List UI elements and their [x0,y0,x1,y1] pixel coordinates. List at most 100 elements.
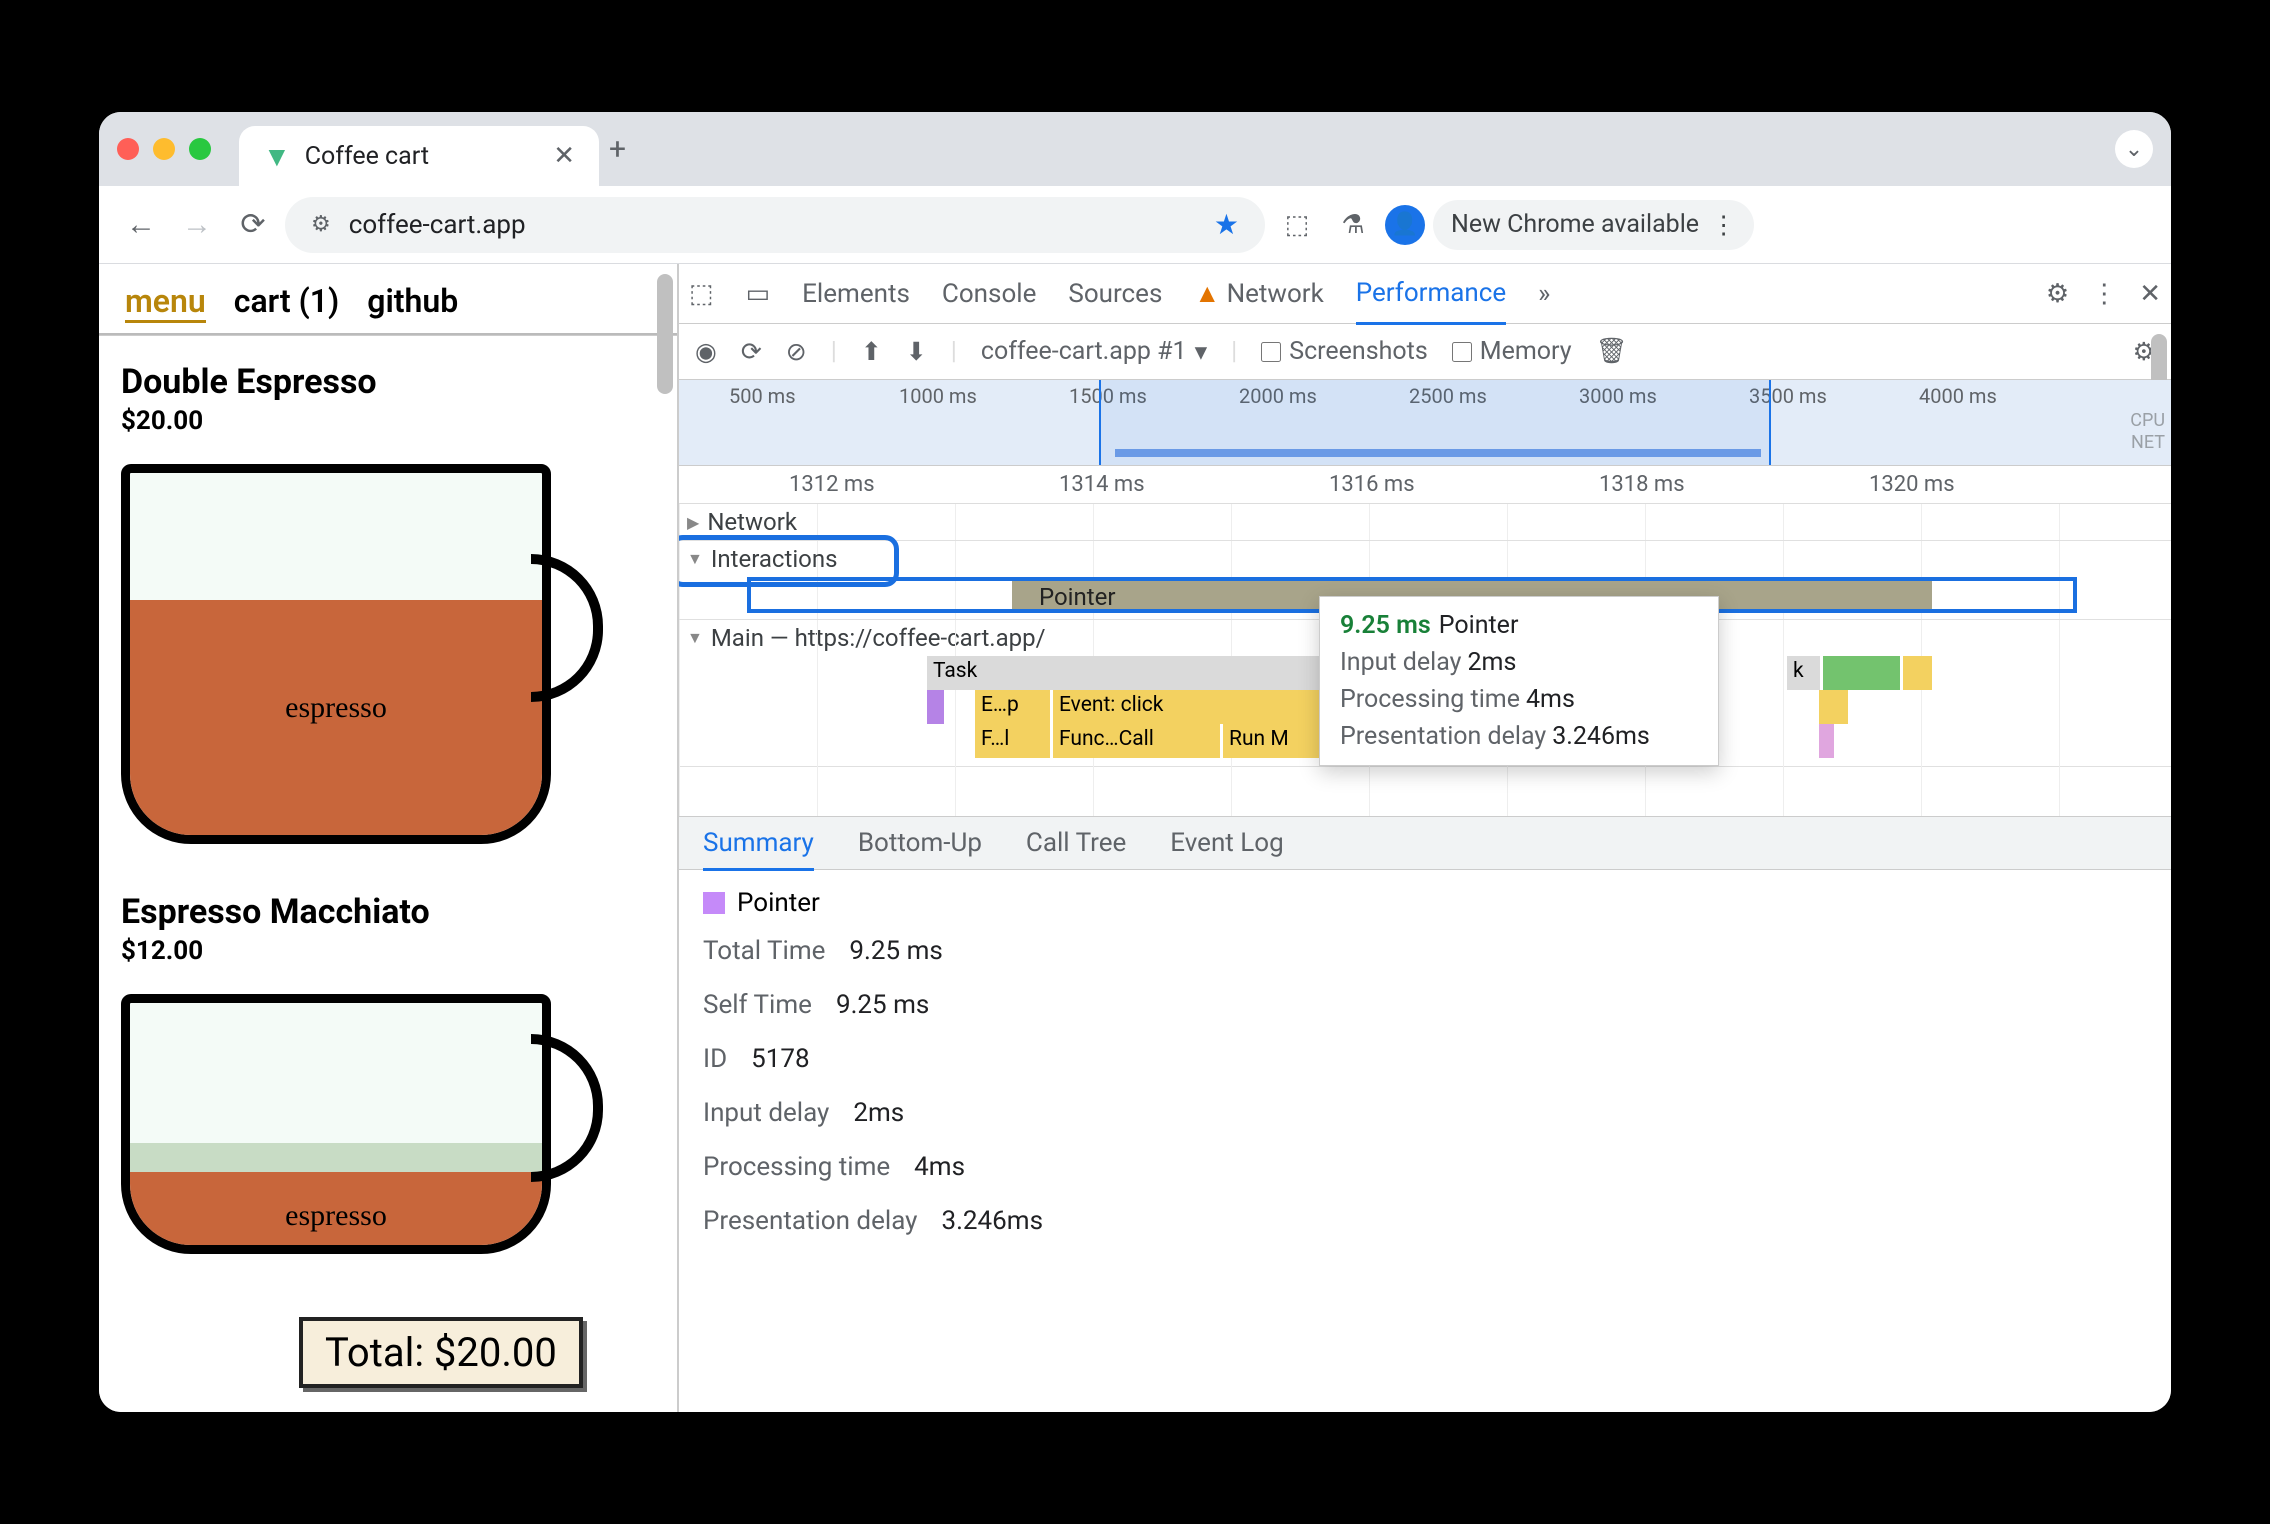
nav-cart[interactable]: cart (1) [234,282,340,323]
chevron-down-icon: ▾ [1195,337,1208,367]
product-price: $20.00 [121,406,655,436]
tab-calltree[interactable]: Call Tree [1026,828,1126,858]
overview-tick: 4000 ms [1919,384,1997,408]
omnibox[interactable]: ⚙ coffee-cart.app ★ [285,197,1265,253]
upload-icon[interactable]: ⬆ [861,337,882,367]
flame-event-click[interactable]: Event: click [1053,690,1343,724]
color-swatch [703,892,725,914]
record-icon[interactable]: ◉ [695,337,717,367]
flame-task[interactable]: Task [927,656,1347,690]
cart-total-badge[interactable]: Total: $20.00 [299,1317,583,1388]
gc-icon[interactable]: 🗑 [1596,337,1628,366]
vue-icon: ▼ [263,140,291,173]
devtools-pane: ⬚ ▭ Elements Console Sources ▲ Network P… [679,264,2171,1412]
flame-tick: 1318 ms [1599,472,1685,497]
reload-button[interactable]: ⟳ [229,201,277,249]
settings-icon[interactable]: ⚙ [2046,279,2069,309]
cup-label: espresso [130,691,542,725]
labs-icon[interactable]: ⚗ [1329,201,1377,249]
tab-sources[interactable]: Sources [1068,279,1162,309]
nav-github[interactable]: github [367,282,458,323]
site-settings-icon[interactable]: ⚙ [311,212,331,237]
memory-checkbox[interactable]: Memory [1452,337,1572,366]
clear-icon[interactable]: ⊘ [786,337,807,367]
flame-fn[interactable]: F…l [975,724,1053,758]
tab-console[interactable]: Console [942,279,1036,309]
overview-tick: 1000 ms [899,384,977,408]
flame-tick: 1312 ms [789,472,875,497]
device-toolbar-icon[interactable]: ▭ [746,279,771,309]
tab-network[interactable]: ▲ Network [1194,278,1323,309]
screenshots-checkbox[interactable]: Screenshots [1261,337,1428,366]
product-name: Espresso Macchiato [121,892,655,932]
browser-tab[interactable]: ▼ Coffee cart ✕ [239,126,599,186]
tab-performance[interactable]: Performance [1356,278,1506,325]
profile-avatar[interactable]: 👤 [1385,205,1425,245]
minimize-icon[interactable] [153,138,175,160]
cup-graphic[interactable]: espresso [121,464,551,844]
flame-tick: 1320 ms [1869,472,1955,497]
flame-tick: 1316 ms [1329,472,1415,497]
overview-tick: 500 ms [729,384,796,408]
tab-eventlog[interactable]: Event Log [1170,828,1283,858]
tooltip-duration: 9.25 ms [1340,611,1431,640]
app-pane: menu cart (1) github Double Espresso $20… [99,264,679,1412]
address-bar: ← → ⟳ ⚙ coffee-cart.app ★ ⬚ ⚗ 👤 New Chro… [99,186,2171,264]
profile-selector[interactable]: coffee-cart.app #1 ▾ [981,337,1207,367]
warning-icon: ▲ [1194,279,1220,309]
app-scrollbar[interactable] [657,274,673,394]
chrome-update-chip[interactable]: New Chrome available ⋮ [1433,200,1754,250]
titlebar: ▼ Coffee cart ✕ + ⌄ [99,112,2171,186]
flame-task[interactable] [927,690,947,724]
flame-task[interactable]: k [1787,656,1823,690]
browser-window: ▼ Coffee cart ✕ + ⌄ ← → ⟳ ⚙ coffee-cart.… [99,112,2171,1412]
cup-graphic[interactable]: espresso [121,994,551,1254]
perf-overview[interactable]: 500 ms 1000 ms 1500 ms 2000 ms 2500 ms 3… [679,380,2171,466]
summary-tabs: Summary Bottom-Up Call Tree Event Log [679,816,2171,870]
summary-panel: Pointer Total Time9.25 ms Self Time9.25 … [679,870,2171,1278]
maximize-icon[interactable] [189,138,211,160]
flame-chart[interactable]: 1312 ms 1314 ms 1316 ms 1318 ms 1320 ms … [679,466,2171,816]
perf-tooltip: 9.25 msPointer Input delay2ms Processing… [1319,596,1719,766]
extensions-icon[interactable]: ⬚ [1273,201,1321,249]
collapse-icon[interactable]: ▶ [687,513,699,532]
cup-label: espresso [130,1199,542,1233]
devtools-close-icon[interactable]: ✕ [2139,279,2161,309]
new-tab-button[interactable]: + [609,132,626,167]
track-network-label: Network [707,508,797,536]
tab-title: Coffee cart [305,142,429,171]
inspect-icon[interactable]: ⬚ [689,279,714,309]
reload-record-icon[interactable]: ⟳ [741,337,762,367]
close-icon[interactable] [117,138,139,160]
tooltip-type: Pointer [1439,611,1519,640]
more-tabs-icon[interactable]: » [1538,279,1550,309]
flame-task[interactable] [1903,656,1935,690]
tab-bottomup[interactable]: Bottom-Up [858,828,982,858]
flame-task[interactable] [1823,656,1903,690]
flame-tick: 1314 ms [1059,472,1145,497]
tab-elements[interactable]: Elements [802,279,910,309]
flame-task[interactable] [1819,690,1851,724]
app-nav: menu cart (1) github [99,264,677,335]
overview-cpu-label: CPU [2130,410,2165,432]
back-button[interactable]: ← [117,201,165,249]
flame-event[interactable]: E…p [975,690,1053,724]
url-text: coffee-cart.app [349,210,526,240]
summary-title: Pointer [737,888,820,918]
tab-summary[interactable]: Summary [703,828,814,871]
tab-menu-button[interactable]: ⌄ [2115,130,2153,168]
bookmark-star-icon[interactable]: ★ [1214,208,1239,241]
overview-net-label: NET [2130,432,2165,454]
kebab-icon[interactable]: ⋮ [2091,279,2117,309]
chrome-update-label: New Chrome available [1451,210,1699,239]
download-icon[interactable]: ⬇ [906,337,927,367]
flame-fncall[interactable]: Func…Call [1053,724,1223,758]
nav-menu[interactable]: menu [125,282,206,323]
flame-task[interactable] [1819,724,1837,758]
devtools-tabs: ⬚ ▭ Elements Console Sources ▲ Network P… [679,264,2171,324]
forward-button[interactable]: → [173,201,221,249]
traffic-lights [117,138,211,160]
kebab-icon: ⋮ [1711,210,1736,240]
tab-close-icon[interactable]: ✕ [553,141,575,171]
product-card: Espresso Macchiato $12.00 [99,866,677,972]
